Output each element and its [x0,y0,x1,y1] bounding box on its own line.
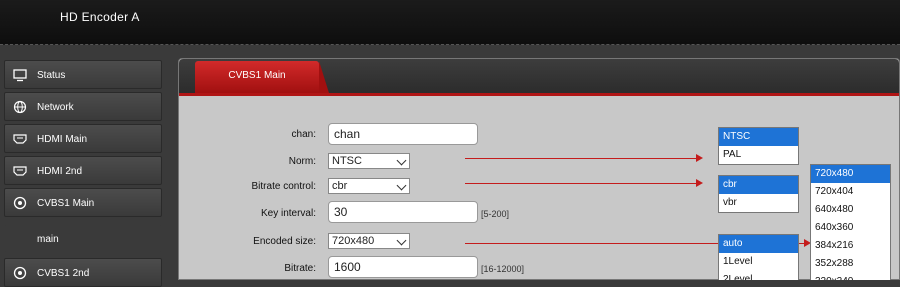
sidebar-item-label: HDMI 2nd [37,166,83,177]
bitrate-control-select[interactable]: cbr [328,178,410,194]
sidebar-item-label: Network [37,102,74,113]
sidebar-item-label: CVBS1 Main [37,198,95,209]
norm-dropdown-list: NTSC PAL [718,127,799,165]
dropdown-option[interactable]: 352x288 [811,255,890,273]
chan-label: chan: [291,129,316,140]
sidebar: Status Network HDMI Main HDMI 2nd CVBS1 … [0,58,163,287]
chevron-down-icon [396,155,407,166]
target-icon [13,196,27,210]
top-header: HD Encoder A [0,0,900,45]
dropdown-option[interactable]: 720x480 [811,165,890,183]
encoded-size-label: Encoded size: [253,236,316,247]
dropdown-option[interactable]: 1Level [719,253,798,271]
chan-input[interactable] [328,123,478,145]
encoded-size-dropdown-list: 720x480 720x404 640x480 640x360 384x216 … [810,164,891,280]
sidebar-item-label: main [37,234,59,245]
dropdown-option[interactable]: vbr [719,194,798,212]
sidebar-item-label: Status [37,70,66,81]
dropdown-option[interactable]: 640x480 [811,201,890,219]
panel-tab-bar: CVBS1 Main [179,59,899,96]
dropdown-option[interactable]: NTSC [719,128,798,146]
norm-label: Norm: [288,156,316,167]
sidebar-item-cvbs1-2nd[interactable]: CVBS1 2nd [4,258,162,287]
arrow-norm [465,154,703,162]
key-interval-range: [5-200] [481,209,510,219]
arrow-bitrate-control [465,179,703,187]
sidebar-item-hdmi-2nd[interactable]: HDMI 2nd [4,156,162,185]
hdmi-icon [13,166,27,176]
app-title: HD Encoder A [60,10,140,24]
bitrate-control-dropdown-list: cbr vbr [718,175,799,213]
dropdown-option[interactable]: auto [719,235,798,253]
bitrate-input[interactable] [328,256,478,278]
level-dropdown-list: auto 1Level 2Level [718,234,799,280]
norm-select-value: NTSC [332,155,362,167]
bitrate-label: Bitrate: [284,263,316,274]
sidebar-item-label: HDMI Main [37,134,88,145]
sidebar-item-network[interactable]: Network [4,92,162,121]
dropdown-option[interactable]: 2Level [719,271,798,280]
sidebar-subitem-main[interactable]: main [4,224,162,253]
dropdown-option[interactable]: 640x360 [811,219,890,237]
tab-cvbs1-main[interactable]: CVBS1 Main [195,61,329,93]
dropdown-option[interactable]: cbr [719,176,798,194]
chevron-down-icon [396,180,407,191]
encoded-size-select[interactable]: 720x480 [328,233,410,249]
dropdown-option[interactable]: PAL [719,146,798,164]
norm-select[interactable]: NTSC [328,153,410,169]
sidebar-item-status[interactable]: Status [4,60,162,89]
chevron-down-icon [396,235,407,246]
dropdown-option[interactable]: 320x240 [811,273,890,280]
key-interval-label: Key interval: [260,208,316,219]
sidebar-item-cvbs1-main[interactable]: CVBS1 Main [4,188,162,217]
bitrate-range: [16-12000] [481,264,525,274]
sidebar-item-label: CVBS1 2nd [37,268,90,279]
globe-icon [13,100,27,114]
dropdown-option[interactable]: 384x216 [811,237,890,255]
dropdown-option[interactable]: 720x404 [811,183,890,201]
encoded-size-select-value: 720x480 [332,235,375,247]
bitrate-control-select-value: cbr [332,180,348,192]
target-icon [13,266,27,280]
bitrate-control-label: Bitrate control: [251,181,316,192]
hdmi-icon [13,134,27,144]
monitor-icon [13,69,27,82]
sidebar-item-hdmi-main[interactable]: HDMI Main [4,124,162,153]
key-interval-input[interactable] [328,201,478,223]
